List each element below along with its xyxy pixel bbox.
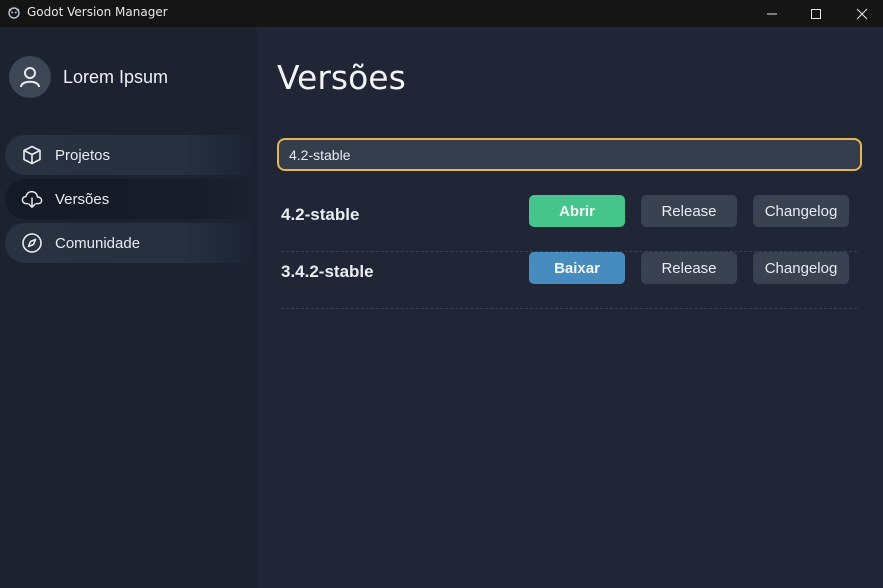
version-row: 4.2-stable Abrir Release Changelog <box>281 195 857 252</box>
close-icon <box>856 8 868 19</box>
sidebar-item-label: Projetos <box>55 146 111 164</box>
close-button[interactable] <box>839 0 883 27</box>
compass-icon <box>21 232 43 254</box>
sidebar-item-projetos[interactable]: Projetos <box>5 135 257 175</box>
user-icon <box>20 67 40 88</box>
maximize-icon <box>811 8 821 19</box>
version-name: 3.4.2-stable <box>281 262 374 281</box>
changelog-button[interactable]: Changelog <box>753 252 849 284</box>
search-input[interactable] <box>277 138 862 171</box>
sidebar-item-versoes[interactable]: Versões <box>5 179 257 219</box>
minimize-button[interactable] <box>749 0 795 27</box>
cube-icon <box>21 144 43 166</box>
version-row: 3.4.2-stable Baixar Release Changelog <box>281 252 857 309</box>
sidebar: Lorem Ipsum Projetos Versões Comunidade <box>0 27 257 588</box>
cloud-download-icon <box>21 188 43 210</box>
window-title: Godot Version Manager <box>27 5 168 19</box>
title-bar: Godot Version Manager <box>0 0 883 27</box>
page-title: Versões <box>277 58 406 97</box>
changelog-button[interactable]: Changelog <box>753 195 849 227</box>
open-button[interactable]: Abrir <box>529 195 625 227</box>
version-name: 4.2-stable <box>281 205 360 224</box>
release-button[interactable]: Release <box>641 252 737 284</box>
download-button[interactable]: Baixar <box>529 252 625 284</box>
sidebar-item-comunidade[interactable]: Comunidade <box>5 223 257 263</box>
user-name: Lorem Ipsum <box>63 66 169 87</box>
sidebar-item-label: Versões <box>55 190 110 208</box>
main-content: Versões 4.2-stable Abrir Release Changel… <box>257 27 883 588</box>
release-button[interactable]: Release <box>641 195 737 227</box>
avatar <box>9 56 51 98</box>
sidebar-item-label: Comunidade <box>55 234 141 252</box>
minimize-icon <box>767 13 777 14</box>
godot-logo-icon <box>8 7 20 19</box>
user-profile[interactable]: Lorem Ipsum <box>9 56 168 98</box>
maximize-button[interactable] <box>793 0 839 27</box>
